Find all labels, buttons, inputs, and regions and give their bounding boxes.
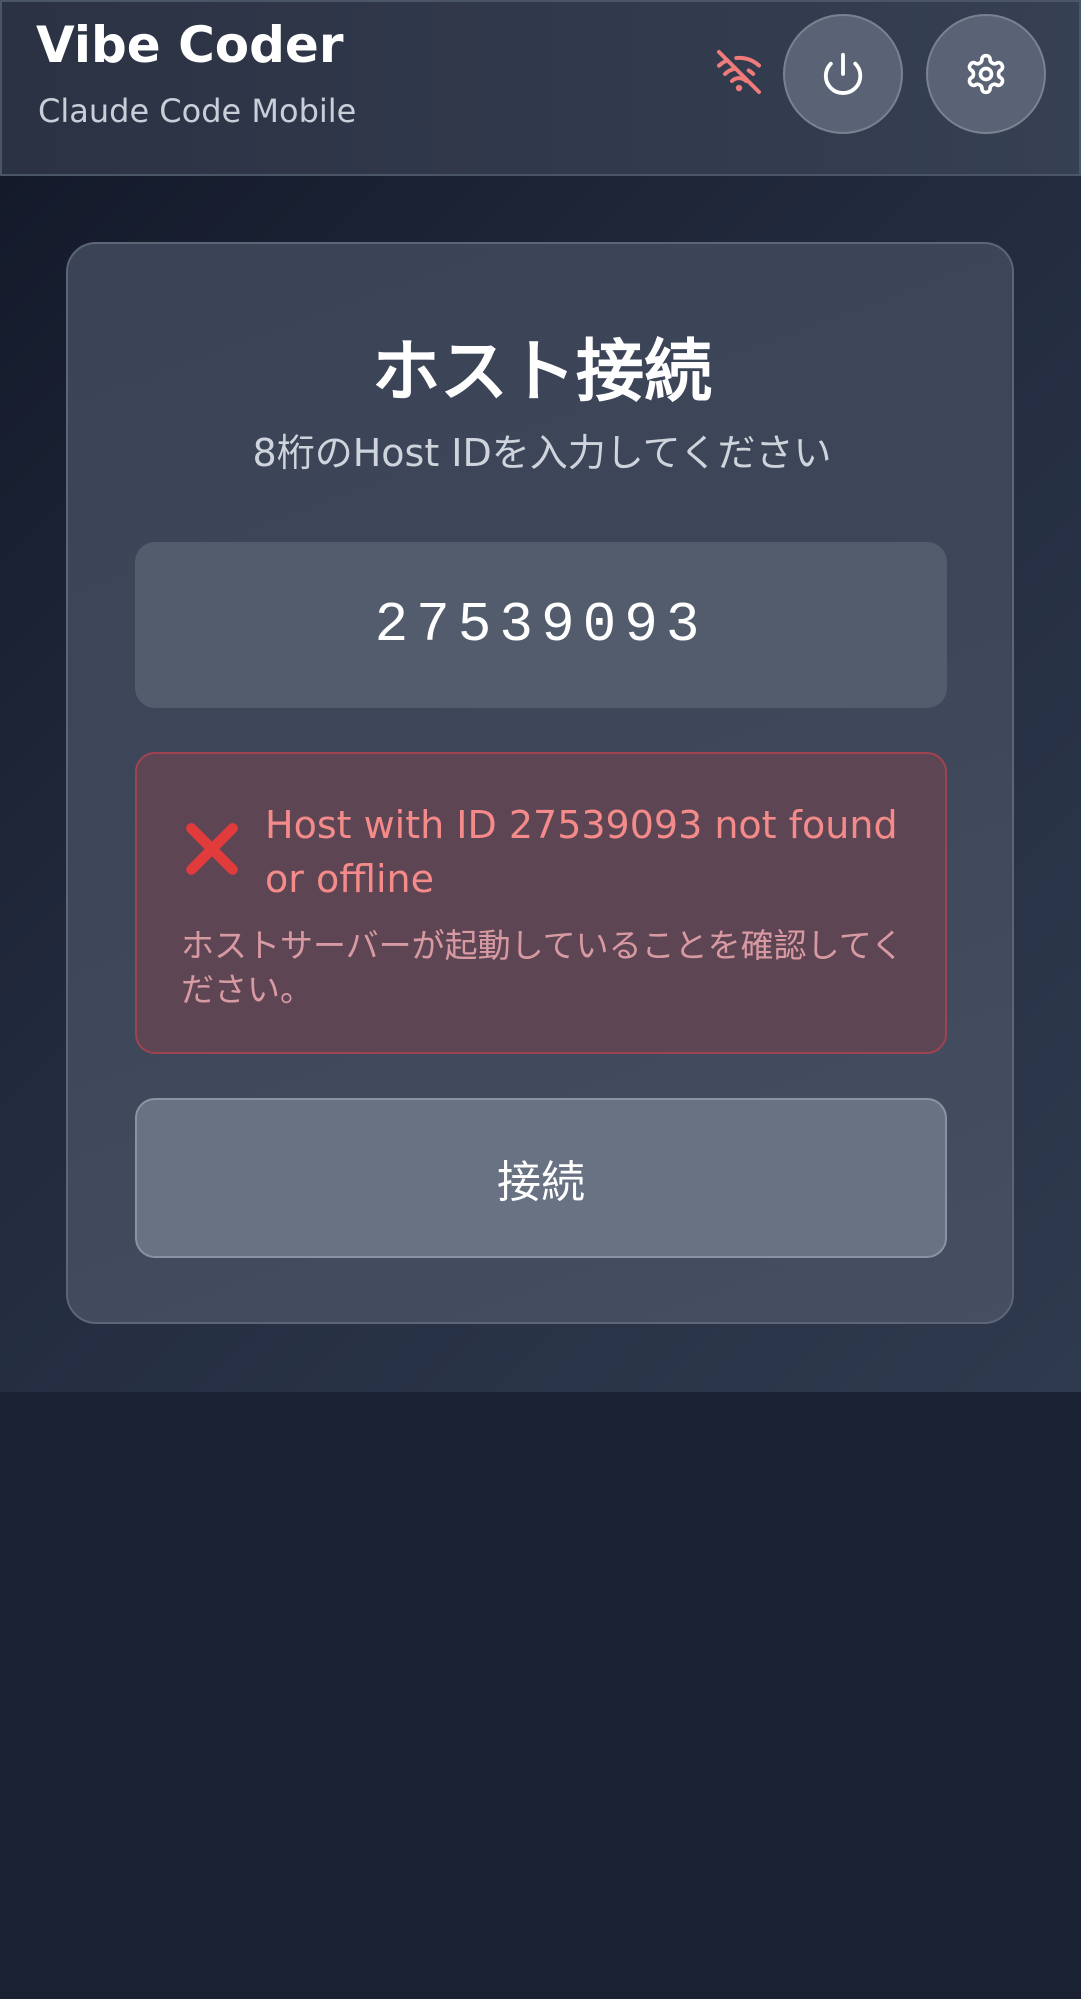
settings-button[interactable] — [926, 14, 1046, 134]
error-message: Host with ID 27539093 not found or offli… — [265, 803, 898, 901]
power-button[interactable] — [783, 14, 903, 134]
connect-button[interactable]: 接続 — [135, 1098, 947, 1258]
card-subtitle: 8桁のHost IDを入力してください — [252, 431, 832, 475]
error-box: Host with ID 27539093 not found or offli… — [135, 752, 947, 1054]
card-title: ホスト接続 — [371, 333, 712, 412]
error-x-icon — [186, 823, 238, 875]
host-connect-card: ホスト接続 8桁のHost IDを入力してください Host with ID 2… — [66, 242, 1014, 1324]
gear-icon — [967, 53, 1005, 95]
app-title: Vibe Coder — [36, 16, 344, 74]
host-id-input[interactable] — [135, 542, 947, 708]
app-subtitle: Claude Code Mobile — [38, 92, 357, 130]
wifi-off-icon — [717, 50, 761, 94]
app-header: Vibe Coder Claude Code Mobile — [0, 0, 1081, 176]
empty-area — [0, 1392, 1081, 1999]
error-hint: ホストサーバーが起動していることを確認してください。 — [181, 926, 904, 1009]
power-icon — [823, 52, 863, 96]
main-area: ホスト接続 8桁のHost IDを入力してください Host with ID 2… — [0, 176, 1081, 1392]
